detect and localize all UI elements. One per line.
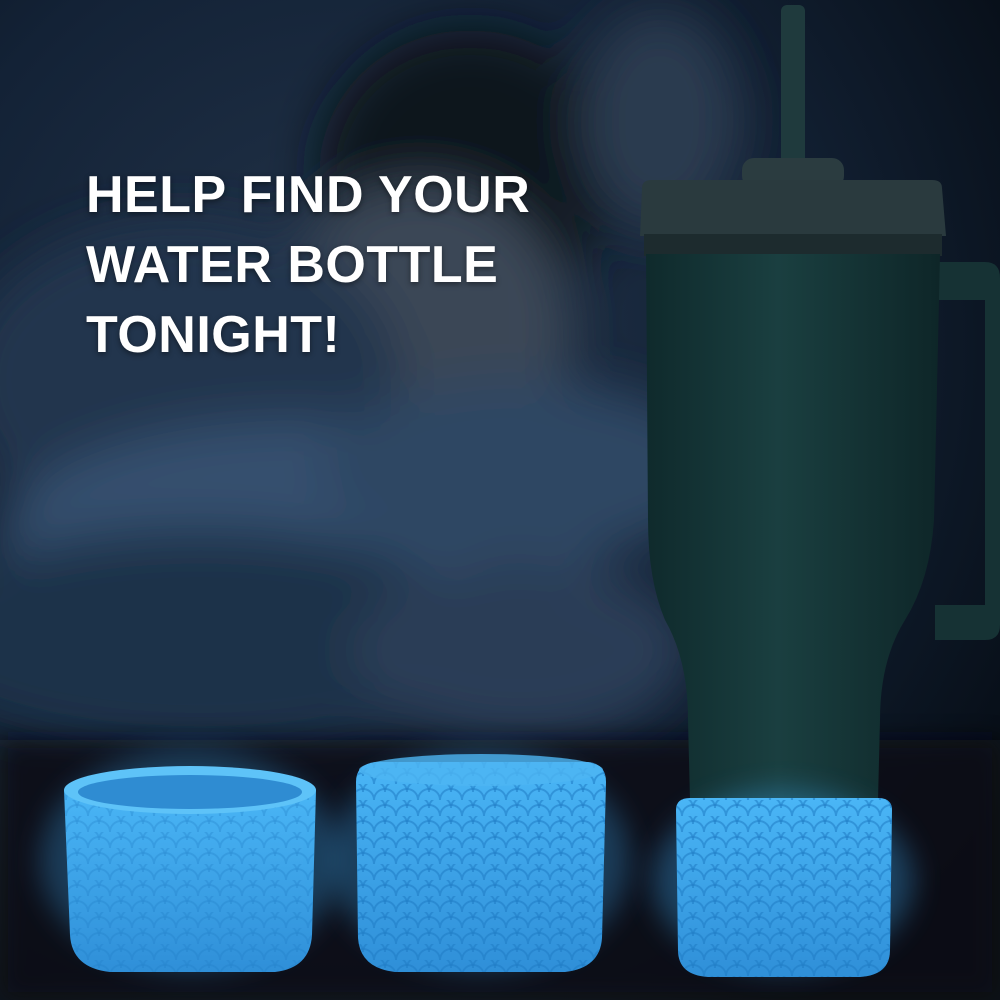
headline-line-2: WATER BOTTLE xyxy=(86,236,499,294)
scene-illustration xyxy=(0,0,1000,1000)
headline-line-3: TONIGHT! xyxy=(86,306,341,364)
headline-line-1: HELP FIND YOUR xyxy=(86,166,531,224)
glow-boot-middle xyxy=(330,750,630,972)
headline: HELP FIND YOUR WATER BOTTLE TONIGHT! xyxy=(86,160,530,370)
glow-boot-on-tumbler xyxy=(653,790,913,977)
product-image: HELP FIND YOUR WATER BOTTLE TONIGHT! xyxy=(0,0,1000,1000)
glow-boot-left xyxy=(40,750,340,972)
